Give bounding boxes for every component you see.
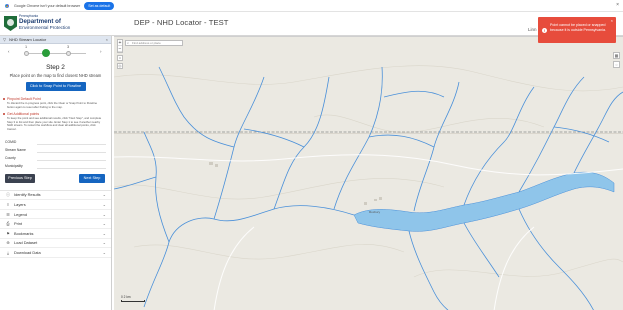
panel-header[interactable]: ▽ NHD Stream Locator × — [0, 36, 111, 44]
zoom-controls: + − — [117, 39, 123, 53]
field-stream-name: Stream Name — [5, 146, 106, 154]
chevron-down-icon: ⌄ — [102, 192, 106, 198]
basemap-gallery-icon[interactable]: ▦ — [613, 52, 620, 59]
panel-label: Legend — [14, 211, 27, 217]
bookmark-icon: ⚑ — [6, 230, 10, 236]
field-municipality: Municipality — [5, 162, 106, 170]
field-value — [37, 147, 106, 153]
panel-download-data[interactable]: ⤓ Download Data ⌄ — [0, 248, 111, 258]
layers-icon: ≡ — [6, 201, 10, 207]
legend-icon: ☰ — [6, 211, 10, 217]
map-search-input[interactable]: ⌕ Find address or place — [125, 40, 183, 46]
field-value — [37, 155, 106, 161]
previous-step-button[interactable]: Previous Step — [5, 173, 35, 183]
chevron-down-icon: ⌄ — [102, 240, 106, 246]
panel-load-dataset[interactable]: ⊕ Load Dataset ⌄ — [0, 239, 111, 249]
panel-label: Load Dataset — [14, 240, 38, 246]
chevron-down-icon: ⌄ — [102, 211, 106, 217]
error-toast: ! Point cannot be placed or snapped beca… — [538, 17, 616, 43]
browser-infobar: Google Chrome isn't your default browser… — [0, 0, 623, 12]
close-infobar-icon[interactable]: × — [616, 2, 619, 8]
set-default-button[interactable]: Set as default — [84, 1, 115, 10]
step-number-1: 1 — [25, 45, 28, 49]
user-link[interactable]: Linn — [528, 27, 537, 32]
step-instruction: Place point on the map to find closest N… — [9, 73, 102, 78]
panel-label: Identify Results — [14, 192, 41, 198]
step-dot-3[interactable] — [66, 51, 71, 56]
step-navigation: Previous Step Next Step — [0, 173, 111, 185]
panel-label: Bookmarks — [14, 230, 34, 236]
town-label: Roxbury — [369, 210, 381, 214]
field-county: County — [5, 154, 106, 162]
error-icon: ! — [542, 28, 547, 33]
panel-label: Print — [14, 221, 22, 227]
load-dataset-icon: ⊕ — [6, 240, 10, 246]
field-label: COMID — [5, 139, 17, 144]
chrome-icon — [3, 1, 11, 10]
locate-icon[interactable]: ◎ — [117, 63, 123, 69]
panel-layers[interactable]: ≡ Layers ⌄ — [0, 200, 111, 210]
app-header: Pennsylvania Department of Environmental… — [0, 12, 623, 36]
scale-bar: 0 2 km — [121, 295, 145, 302]
next-step-arrow-icon[interactable]: › — [100, 49, 102, 54]
logo-line2: Department of — [19, 18, 61, 25]
toast-message: Point cannot be placed or snapped becaus… — [550, 23, 606, 32]
result-fields: COMID Stream Name County Municipality — [0, 138, 111, 170]
dep-logo[interactable]: Pennsylvania Department of Environmental… — [4, 13, 78, 35]
collapse-icon[interactable]: × — [106, 37, 108, 42]
field-label: Stream Name — [5, 147, 26, 152]
field-label: County — [5, 155, 16, 160]
home-icon[interactable]: ⌂ — [117, 55, 123, 61]
search-placeholder: Find address or place — [132, 41, 161, 45]
download-icon: ⤓ — [7, 249, 9, 255]
stepper-line — [28, 53, 86, 54]
search-icon: ⌕ — [127, 41, 130, 45]
field-label: Municipality — [5, 163, 23, 168]
chevron-down-icon: ⌄ — [102, 221, 106, 227]
next-step-button[interactable]: Next Step — [79, 173, 105, 183]
keystone-logo-icon — [4, 16, 17, 31]
panel-legend[interactable]: ☰ Legend ⌄ — [0, 210, 111, 220]
app-title: DEP - NHD Locator - TEST — [134, 18, 229, 27]
scale-bar-line — [121, 300, 145, 302]
step-dot-2[interactable] — [42, 49, 50, 57]
step-dot-1[interactable] — [24, 51, 29, 56]
info-icon: ⓘ — [6, 191, 10, 197]
note-text-additional-points: To keep the point and see additional res… — [7, 116, 102, 131]
note-heading-default-point: Pinpoint Default Point — [3, 97, 111, 101]
close-toast-icon[interactable]: × — [611, 18, 613, 23]
step-number-3: 3 — [67, 45, 70, 49]
sidebar: ▽ NHD Stream Locator × ‹ 1 3 › Step 2 Pl… — [0, 36, 112, 310]
step-indicator: ‹ 1 3 › — [0, 44, 111, 62]
field-comid: COMID — [5, 138, 106, 146]
scale-label: 0 2 km — [121, 295, 131, 299]
note-heading-additional-points: Get Additional points — [3, 112, 111, 116]
panel-label: Layers — [14, 201, 26, 207]
panel-label: Download Data — [14, 249, 41, 255]
chevron-down-icon: ⌄ — [102, 249, 106, 255]
basemap[interactable]: Roxbury — [114, 37, 623, 310]
panel-list: ⓘ Identify Results ⌄ ≡ Layers ⌄ ☰ Legend… — [0, 189, 111, 258]
chevron-down-icon: ⌄ — [102, 230, 106, 236]
funnel-icon: ▽ — [3, 37, 7, 42]
panel-title: NHD Stream Locator — [9, 37, 47, 42]
panel-print[interactable]: ⎙ Print ⌄ — [0, 219, 111, 229]
field-value — [37, 163, 106, 169]
field-value — [37, 139, 106, 145]
snap-to-flowline-button[interactable]: Click to Snap Point to Flowline — [25, 82, 86, 91]
logo-line3: Environmental Protection — [19, 25, 71, 30]
default-browser-message: Google Chrome isn't your default browser — [14, 3, 81, 8]
map-view[interactable]: Roxbury ⌕ Find address or place + − ⌂ ◎ … — [114, 36, 623, 310]
print-icon: ⎙ — [6, 221, 10, 227]
prev-step-arrow-icon[interactable]: ‹ — [8, 49, 10, 54]
measure-icon[interactable]: ◌ — [613, 61, 620, 68]
zoom-out-button[interactable]: − — [118, 46, 122, 52]
panel-identify-results[interactable]: ⓘ Identify Results ⌄ — [0, 191, 111, 201]
chevron-down-icon: ⌄ — [102, 201, 106, 207]
panel-bookmarks[interactable]: ⚑ Bookmarks ⌄ — [0, 229, 111, 239]
note-text-default-point: To discard the in-progress point, click … — [7, 101, 98, 109]
step-title: Step 2 — [46, 64, 65, 71]
